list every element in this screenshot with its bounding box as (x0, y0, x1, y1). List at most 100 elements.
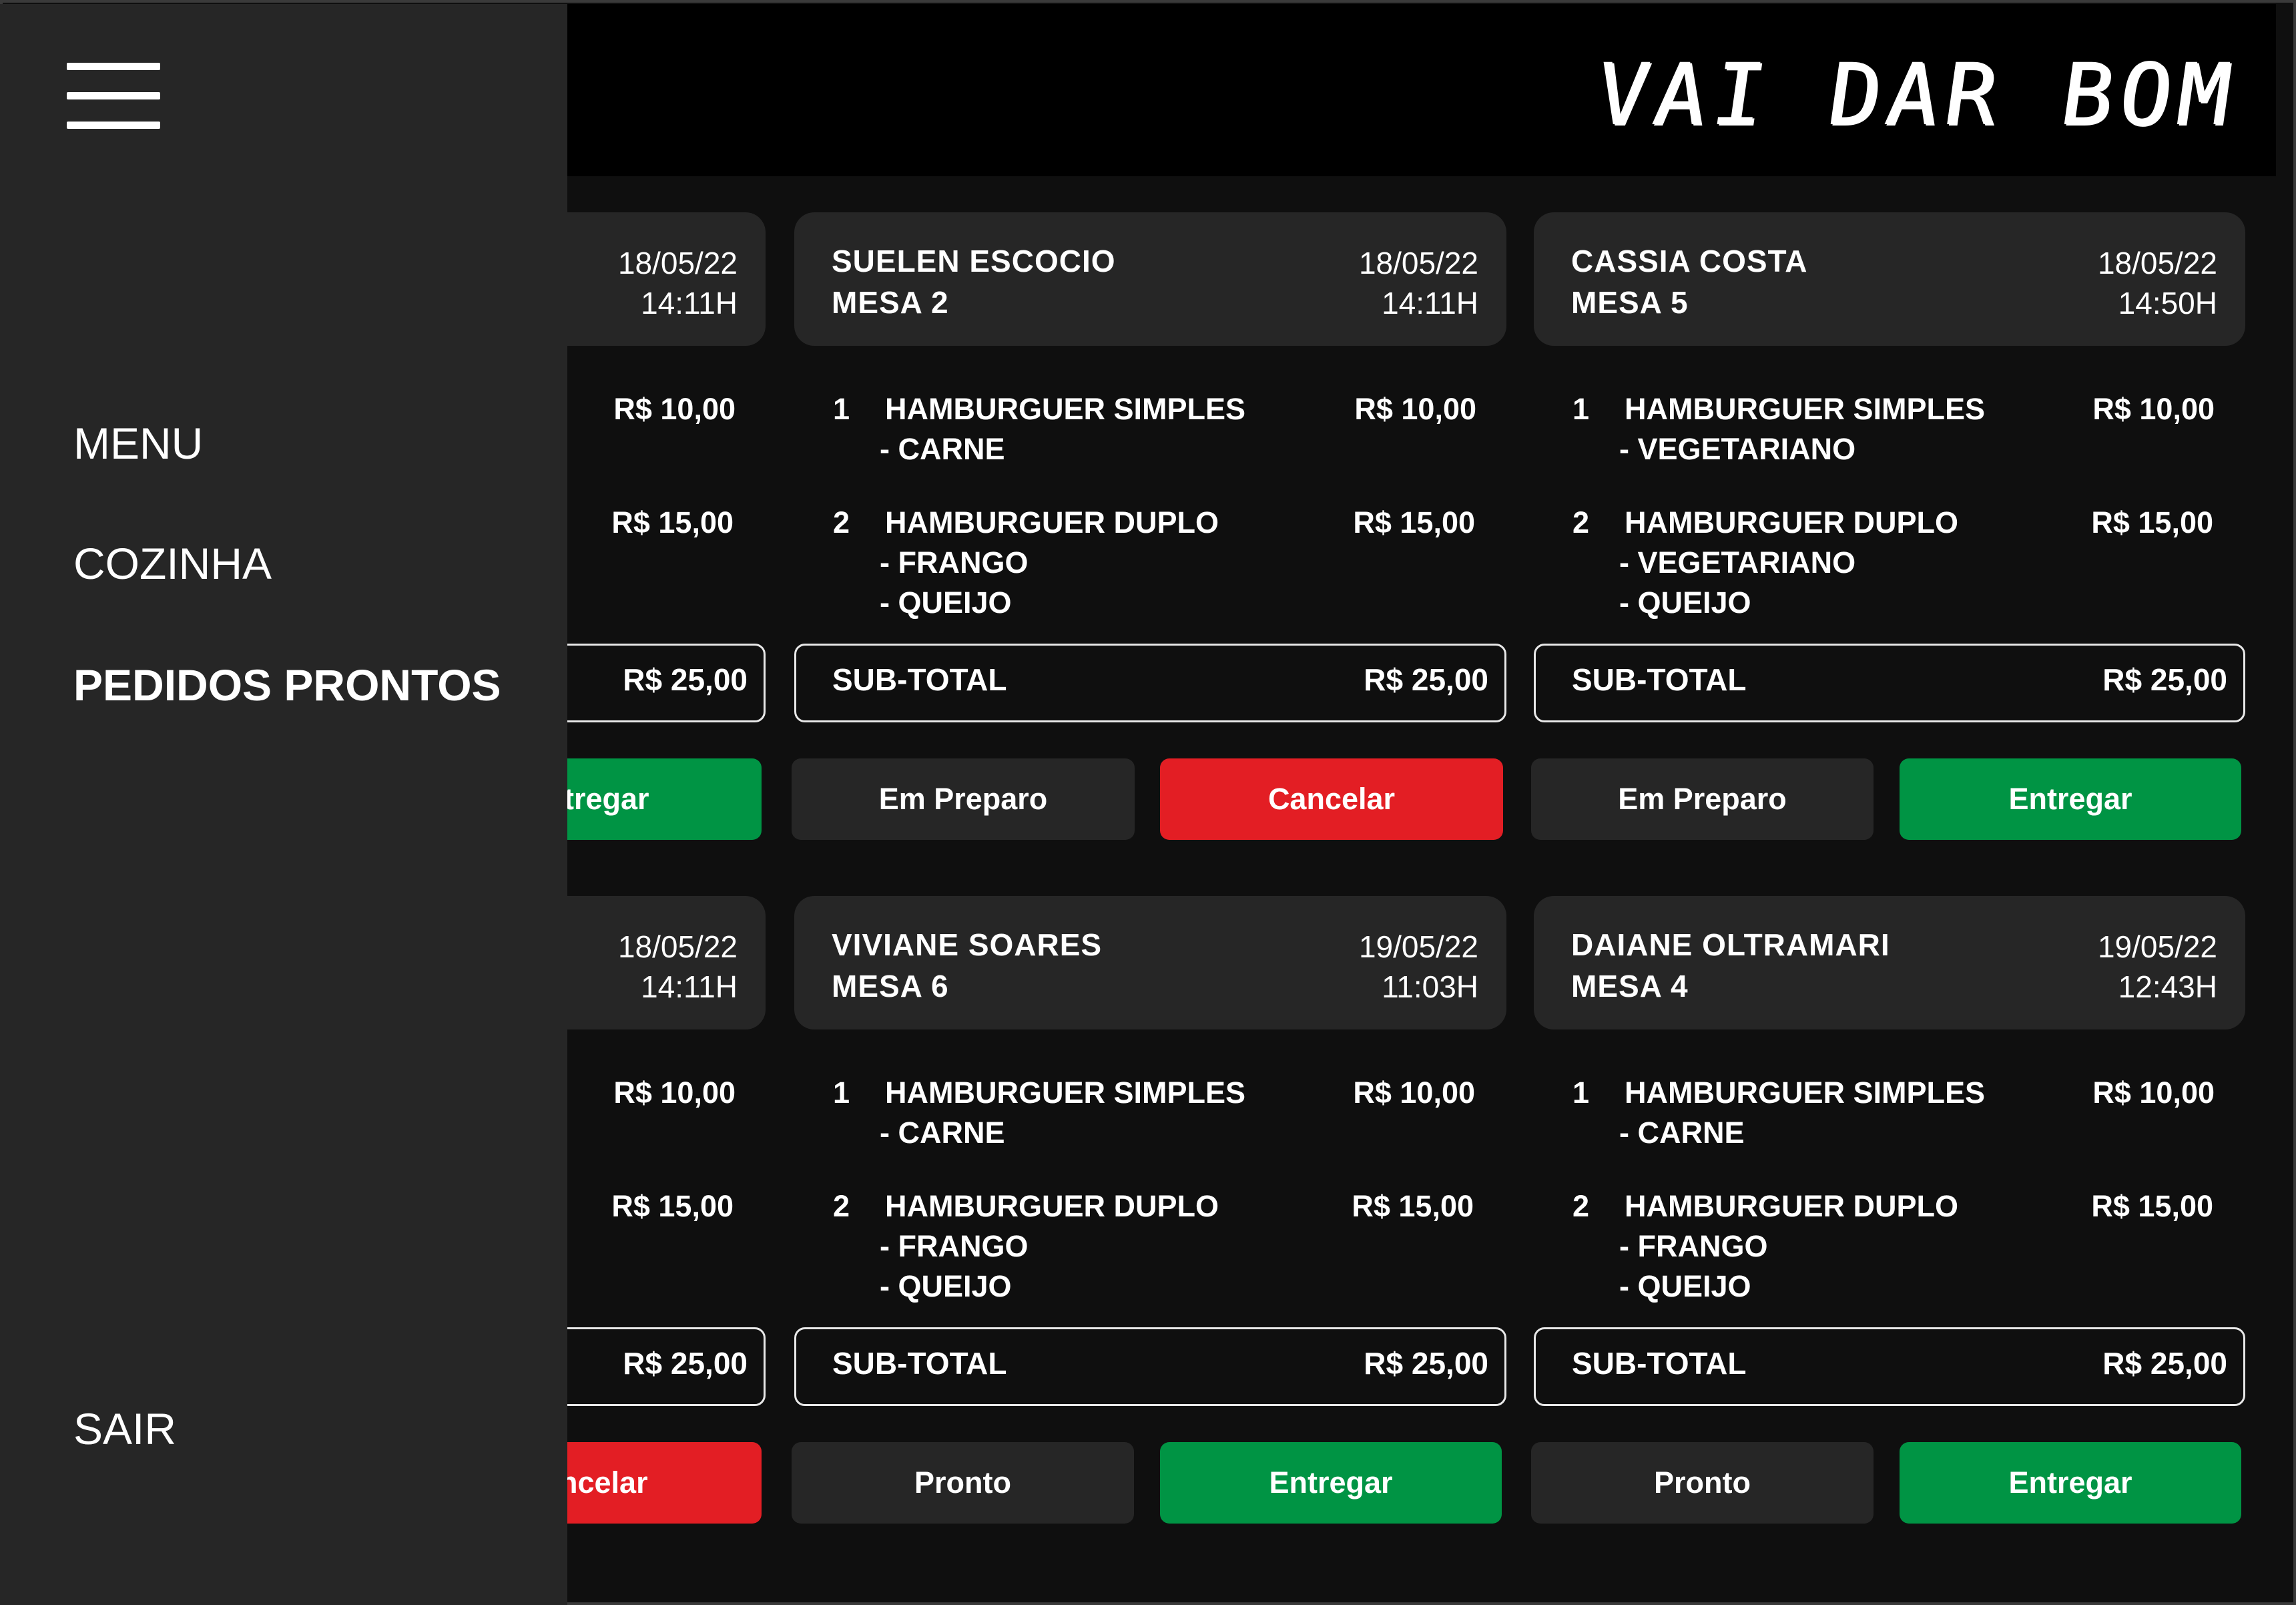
item-qty: 2 (833, 1189, 850, 1223)
order-card-header: CASSIA COSTA MESA 5 18/05/22 14:50H (1534, 212, 2245, 346)
ready-button[interactable]: Pronto (1531, 1442, 1874, 1524)
ready-button[interactable]: Pronto (792, 1442, 1134, 1524)
item-price: R$ 15,00 (2091, 1189, 2213, 1223)
item-modifier: - VEGETARIANO (1619, 545, 1856, 580)
item-price: R$ 15,00 (611, 1189, 734, 1223)
order-card-header: SUELEN ESCOCIO MESA 2 18/05/22 14:11H (794, 212, 1506, 346)
item-price: R$ 10,00 (1353, 1076, 1475, 1110)
item-price: R$ 15,00 (611, 505, 734, 539)
hamburger-line (67, 63, 160, 70)
order-datetime: 18/05/22 14:50H (2098, 243, 2217, 323)
item-modifier: - FRANGO (880, 1229, 1029, 1263)
button-label: ncelar (559, 1465, 648, 1500)
subtotal-label: SUB-TOTAL (832, 1346, 1007, 1381)
order-date: 18/05/22 (2097, 246, 2217, 280)
subtotal-value: R$ 25,00 (623, 1346, 748, 1381)
item-name: HAMBURGUER DUPLO (1625, 505, 1958, 539)
item-modifier: - FRANGO (1619, 1229, 1768, 1263)
customer-name: DAIANE OLTRAMARI (1571, 927, 1890, 962)
item-modifier: - CARNE (1619, 1116, 1745, 1150)
order-time: 14:11H (641, 286, 738, 320)
subtotal-label: SUB-TOTAL (832, 662, 1007, 697)
button-label: tregar (564, 782, 649, 816)
order-card-header: VIVIANE SOARES MESA 6 19/05/22 11:03H (794, 896, 1506, 1029)
customer-name: VIVIANE SOARES (832, 927, 1103, 962)
item-qty: 1 (833, 392, 850, 426)
hamburger-line (67, 122, 160, 129)
item-name: HAMBURGUER SIMPLES (1625, 1076, 1986, 1110)
order-datetime: 19/05/22 11:03H (1359, 927, 1478, 1007)
subtotal-box: SUB-TOTAL R$ 25,00 (794, 644, 1506, 722)
subtotal-value: R$ 25,00 (2102, 1346, 2227, 1381)
order-card-header: DAIANE OLTRAMARI MESA 4 19/05/22 12:43H (1534, 896, 2245, 1029)
order-time: 11:03H (1382, 969, 1478, 1004)
item-qty: 2 (1572, 1189, 1590, 1223)
item-modifier: - QUEIJO (1619, 1269, 1751, 1303)
item-modifier: - FRANGO (880, 545, 1029, 580)
subtotal-label: SUB-TOTAL (1572, 662, 1747, 697)
item-modifier: - QUEIJO (880, 1269, 1012, 1303)
item-name: HAMBURGUER SIMPLES (885, 1076, 1246, 1110)
table-number: MESA 5 (1571, 285, 1689, 320)
subtotal-value: R$ 25,00 (623, 662, 748, 697)
table-number: MESA 4 (1571, 969, 1689, 1003)
item-modifier: - CARNE (880, 1116, 1005, 1150)
order-datetime: 18/05/22 14:11H (1359, 243, 1478, 323)
deliver-button[interactable]: Entregar (1160, 1442, 1502, 1524)
order-customer: CASSIA COSTA MESA 5 (1571, 240, 1807, 323)
subtotal-box: SUB-TOTAL R$ 25,00 (794, 1327, 1506, 1406)
sidebar-item-pedidos-prontos[interactable]: PEDIDOS PRONTOS (73, 660, 501, 710)
subtotal-value: R$ 25,00 (1364, 1346, 1488, 1381)
item-name: HAMBURGUER DUPLO (1625, 1189, 1958, 1223)
sidebar-item-cozinha[interactable]: COZINHA (73, 538, 272, 589)
item-price: R$ 15,00 (2091, 505, 2213, 539)
order-datetime: 19/05/22 12:43H (2098, 927, 2217, 1007)
item-modifier: - QUEIJO (880, 586, 1012, 620)
item-price: R$ 15,00 (1352, 1189, 1474, 1223)
item-qty: 1 (833, 1076, 850, 1110)
item-price: R$ 10,00 (2092, 1076, 2215, 1110)
item-name: HAMBURGUER DUPLO (885, 505, 1219, 539)
item-qty: 2 (833, 505, 850, 539)
order-customer: DAIANE OLTRAMARI MESA 4 (1571, 924, 1890, 1007)
subtotal-box: SUB-TOTAL R$ 25,00 (1534, 644, 2245, 722)
item-name: HAMBURGUER SIMPLES (1625, 392, 1986, 426)
subtotal-value: R$ 25,00 (1364, 662, 1488, 697)
item-modifier: - QUEIJO (1619, 586, 1751, 620)
subtotal-box: SUB-TOTAL R$ 25,00 (1534, 1327, 2245, 1406)
item-name: HAMBURGUER SIMPLES (885, 392, 1246, 426)
item-modifier: - VEGETARIANO (1619, 432, 1856, 466)
item-price: R$ 10,00 (613, 392, 736, 426)
item-modifier: - CARNE (880, 432, 1005, 466)
in-preparation-button[interactable]: Em Preparo (1531, 758, 1874, 840)
item-qty: 1 (1572, 392, 1590, 426)
item-qty: 2 (1572, 505, 1590, 539)
item-qty: 1 (1572, 1076, 1590, 1110)
table-number: MESA 2 (832, 285, 949, 320)
item-price: R$ 15,00 (1353, 505, 1475, 539)
order-customer: VIVIANE SOARES MESA 6 (832, 924, 1102, 1007)
customer-name: CASSIA COSTA (1571, 244, 1808, 278)
sidebar-item-sair[interactable]: SAIR (73, 1403, 176, 1454)
cancel-button[interactable]: Cancelar (1160, 758, 1503, 840)
order-datetime: 18/05/22 14:11H (618, 927, 738, 1007)
sidebar-drawer: MENU COZINHA PEDIDOS PRONTOS SAIR (0, 4, 567, 1605)
in-preparation-button[interactable]: Em Preparo (792, 758, 1135, 840)
table-number: MESA 6 (832, 969, 949, 1003)
order-time: 14:50H (2118, 286, 2217, 320)
item-price: R$ 10,00 (1354, 392, 1476, 426)
deliver-button[interactable]: Entregar (1900, 1442, 2241, 1524)
order-time: 12:43H (2118, 969, 2217, 1004)
hamburger-menu-icon[interactable] (67, 63, 160, 130)
order-date: 19/05/22 (2097, 929, 2217, 964)
order-date: 18/05/22 (617, 246, 738, 280)
order-date: 18/05/22 (617, 929, 738, 964)
hamburger-line (67, 92, 160, 99)
subtotal-label: SUB-TOTAL (1572, 1346, 1747, 1381)
deliver-button[interactable]: Entregar (1900, 758, 2241, 840)
order-time: 14:11H (1382, 286, 1478, 320)
customer-name: SUELEN ESCOCIO (832, 244, 1116, 278)
subtotal-value: R$ 25,00 (2102, 662, 2227, 697)
order-datetime: 18/05/22 14:11H (618, 243, 738, 323)
sidebar-item-menu[interactable]: MENU (73, 418, 203, 469)
